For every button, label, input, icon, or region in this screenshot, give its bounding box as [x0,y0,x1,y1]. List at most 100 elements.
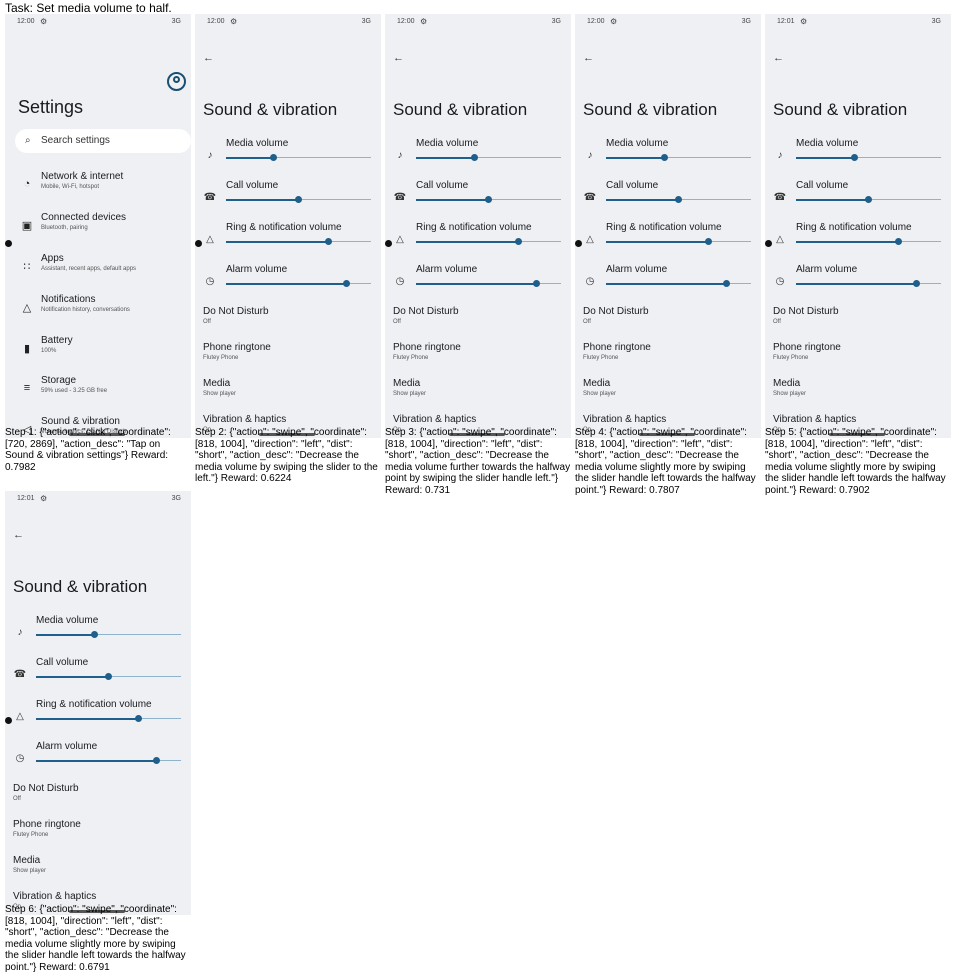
phone-icon: ☎ [203,192,217,203]
sound-option[interactable]: Do Not Disturb Off [393,306,459,325]
slider-handle[interactable] [105,673,112,680]
volume-label: Alarm volume [796,264,858,275]
back-arrow-icon[interactable]: ← [583,52,594,64]
settings-item[interactable]: ◔ Network & internet Mobile, Wi-Fi, hotspo… [5,170,191,200]
option-subtitle: Show player [773,391,807,397]
slider-handle[interactable] [342,280,350,287]
volume-slider[interactable] [416,238,561,245]
volume-slider[interactable] [606,154,751,161]
volume-label: Call volume [796,180,849,191]
sound-option[interactable]: Phone ringtone Flutey Phone [773,342,841,361]
sound-option[interactable]: Phone ringtone Flutey Phone [203,342,271,361]
step-caption: Step 5: {"action": "swipe", "coordinate"… [765,427,946,496]
option-subtitle: Flutey Phone [393,355,429,361]
slider-handle[interactable] [912,280,920,287]
sound-option[interactable]: Phone ringtone Flutey Phone [13,819,81,838]
slider-fill [226,240,329,243]
sound-option[interactable]: Media Show player [203,378,236,397]
option-subtitle: Flutey Phone [583,355,619,361]
bell-icon: △ [16,711,24,722]
back-arrow-icon[interactable]: ← [393,52,404,64]
volume-slider[interactable] [606,238,751,245]
slider-fill [226,282,347,285]
sound-option[interactable]: Media Show player [773,378,806,397]
account-avatar-icon[interactable] [167,72,186,91]
slider-handle[interactable] [705,238,713,245]
search-bar[interactable]: ⌕ Search settings [15,129,191,153]
volume-slider[interactable] [36,757,181,764]
volume-slider[interactable] [36,715,181,722]
slider-handle[interactable] [722,280,730,287]
volume-slider[interactable] [36,673,181,680]
sound-option[interactable]: Do Not Disturb Off [203,306,269,325]
sound-option[interactable]: Phone ringtone Flutey Phone [583,342,651,361]
settings-item[interactable]: ≡ Storage 59% used - 3.25 GB free [5,374,191,404]
volume-slider[interactable] [606,196,751,203]
sound-option[interactable]: Do Not Disturb Off [773,306,839,325]
slider-handle[interactable] [532,280,540,287]
sound-option[interactable]: Media Show player [393,378,426,397]
settings-item[interactable]: ▮ Battery 100% [5,334,191,364]
page-title: Sound & vibration [773,100,908,119]
volume-row: ☎ Call volume [5,657,191,689]
back-arrow-icon[interactable]: ← [203,52,214,64]
settings-item[interactable]: ▣ Connected devices Bluetooth, pairing [5,211,191,241]
sound-option[interactable]: Do Not Disturb Off [583,306,649,325]
music-note-icon: ♪ [207,150,213,161]
slider-handle[interactable] [485,196,492,203]
slider-handle[interactable] [295,196,302,203]
network-status: 3G [171,18,181,25]
slider-handle[interactable] [865,196,872,203]
volume-slider[interactable] [416,280,561,287]
volume-slider[interactable] [796,280,941,287]
slider-handle[interactable] [152,757,160,764]
slider-handle[interactable] [675,196,682,203]
volume-slider[interactable] [796,154,941,161]
settings-item[interactable]: △ Notifications Notification history, conv… [5,293,191,323]
volume-slider[interactable] [226,196,371,203]
slider-handle[interactable] [850,154,858,161]
volume-label: Alarm volume [606,264,668,275]
back-arrow-icon[interactable]: ← [13,529,24,541]
sound-option[interactable]: Do Not Disturb Off [13,783,79,802]
settings-item[interactable]: ∷ Apps Assistant, recent apps, default app… [5,252,191,282]
volume-row: ☎ Call volume [765,180,951,212]
sound-option[interactable]: Phone ringtone Flutey Phone [393,342,461,361]
battery-icon: ▮ [23,343,31,355]
slider-fill [606,282,727,285]
slider-handle[interactable] [895,238,903,245]
slider-handle[interactable] [660,154,668,161]
volume-slider[interactable] [226,154,371,161]
volume-slider[interactable] [416,154,561,161]
volume-slider[interactable] [226,280,371,287]
slider-handle[interactable] [515,238,523,245]
volume-row: ☎ Call volume [195,180,381,212]
volume-slider[interactable] [416,196,561,203]
slider-handle[interactable] [325,238,333,245]
option-title: Do Not Disturb [583,306,649,317]
slider-handle[interactable] [90,631,98,638]
volume-slider[interactable] [36,631,181,638]
slider-handle[interactable] [470,154,478,161]
volume-slider[interactable] [796,238,941,245]
phone-icon: ☎ [773,192,787,203]
sound-option[interactable]: Media Show player [583,378,616,397]
option-subtitle: Show player [393,391,427,397]
screenshot-panel: 12:00 ⚙ 3G ← Sound & vibration ♪ Media volume ☎… [195,14,381,438]
slider-handle[interactable] [135,715,143,722]
volume-slider[interactable] [796,196,941,203]
volume-row: △ Ring & notification volume [385,222,571,254]
status-bar: 12:00 ⚙ 3G [195,17,381,31]
sound-option[interactable]: Media Show player [13,855,46,874]
settings-gear-icon: ⚙ [230,17,238,26]
back-arrow-icon[interactable]: ← [773,52,784,64]
alarm-icon: ◷ [585,276,595,287]
network-status: 3G [931,18,941,25]
volume-slider[interactable] [226,238,371,245]
bell-icon: △ [396,234,404,245]
volume-row: ♪ Media volume [575,138,761,170]
volume-slider[interactable] [606,280,751,287]
phone-icon: ☎ [393,192,407,203]
option-title: Do Not Disturb [203,306,269,317]
slider-handle[interactable] [270,154,278,161]
